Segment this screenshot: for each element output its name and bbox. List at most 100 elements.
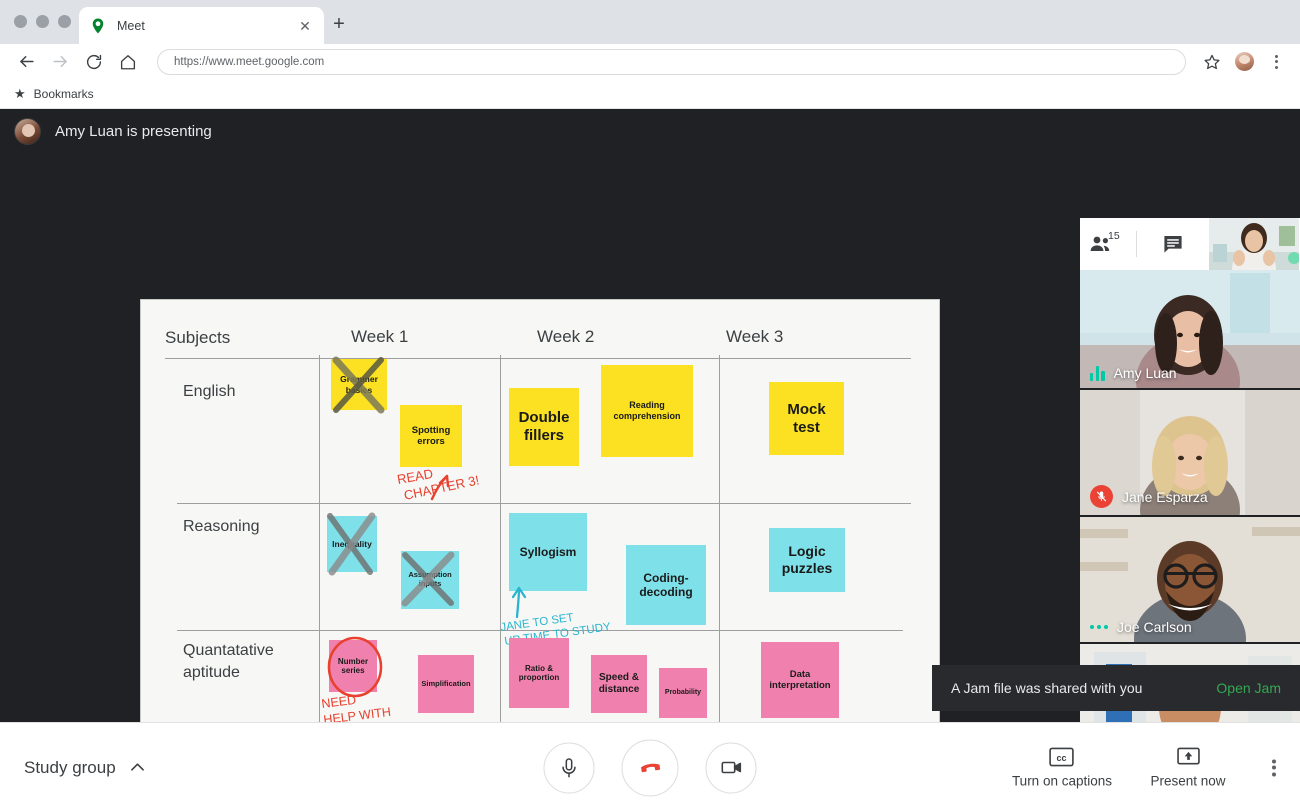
- grid-line-header: [165, 358, 911, 359]
- presenter-avatar: [14, 118, 41, 145]
- column-header-week2: Week 2: [537, 327, 594, 347]
- open-jam-button[interactable]: Open Jam: [1216, 680, 1281, 696]
- more-options-button[interactable]: [1264, 759, 1284, 776]
- row-label-reasoning: Reasoning: [183, 516, 260, 538]
- present-now-button[interactable]: Present now: [1142, 747, 1234, 788]
- new-tab-button[interactable]: +: [328, 14, 350, 36]
- bookmarks-bar: ★ Bookmarks: [0, 79, 1300, 109]
- browser-window: Meet ✕ + https://www.meet.google: [0, 0, 1300, 812]
- sticky-note[interactable]: Double fillers: [509, 388, 579, 466]
- present-screen-icon: [1177, 747, 1200, 766]
- self-view-thumbnail[interactable]: [1209, 218, 1299, 270]
- mic-toggle-button[interactable]: [544, 742, 595, 793]
- sticky-note[interactable]: Assumption inputs: [401, 551, 459, 609]
- sticky-note[interactable]: Simplification: [418, 655, 474, 713]
- kebab-menu-icon: [1272, 759, 1276, 776]
- rail-toolbar: 15: [1080, 218, 1300, 270]
- window-controls[interactable]: [14, 15, 71, 28]
- participants-count: 15: [1108, 230, 1120, 242]
- participant-tile[interactable]: Joe Carlson: [1080, 517, 1300, 642]
- closed-captions-icon: cc: [1049, 747, 1074, 766]
- chevron-up-icon[interactable]: [130, 760, 145, 775]
- window-minimize-dot[interactable]: [36, 15, 49, 28]
- sticky-note[interactable]: Syllogism: [509, 513, 587, 591]
- audio-level-icon: [1090, 366, 1105, 381]
- chat-icon: [1161, 232, 1185, 256]
- sticky-note[interactable]: Mock test: [769, 382, 844, 455]
- meeting-name: Study group: [24, 758, 116, 778]
- address-bar[interactable]: https://www.meet.google.com: [157, 49, 1186, 75]
- call-controls: [544, 739, 757, 796]
- jam-shared-toast: A Jam file was shared with you Open Jam: [932, 665, 1300, 711]
- sticky-note[interactable]: Number series: [329, 640, 377, 692]
- address-bar-url: https://www.meet.google.com: [174, 56, 324, 68]
- sticky-note[interactable]: Inequality: [327, 516, 377, 572]
- present-label: Present now: [1150, 773, 1225, 788]
- profile-avatar-icon[interactable]: [1230, 48, 1258, 76]
- sticky-note[interactable]: Logic puzzles: [769, 528, 845, 592]
- presenting-status-text: Amy Luan is presenting: [55, 123, 212, 140]
- forward-arrow-icon[interactable]: [43, 45, 77, 79]
- window-close-dot[interactable]: [14, 15, 27, 28]
- sticky-note[interactable]: Probability: [659, 668, 707, 718]
- bookmarks-label[interactable]: Bookmarks: [34, 87, 94, 101]
- end-call-icon: [636, 754, 664, 782]
- column-header-week1: Week 1: [351, 327, 408, 347]
- participant-name: Joe Carlson: [1117, 619, 1192, 635]
- mic-muted-icon: [1090, 485, 1113, 508]
- meet-stage: Amy Luan is presenting Subjects Week 1 W…: [0, 109, 1300, 722]
- sticky-note[interactable]: Ratio & proportion: [509, 638, 569, 708]
- sticky-note[interactable]: Grammer basics: [331, 359, 387, 410]
- participants-button[interactable]: 15: [1080, 218, 1136, 270]
- grid-line-col3: [719, 355, 720, 722]
- sticky-note[interactable]: Data interpretation: [761, 642, 839, 718]
- sticky-note[interactable]: Coding-decoding: [626, 545, 706, 625]
- svg-text:HELP WITH: HELP WITH: [323, 705, 392, 722]
- toolbar-right-actions: [1198, 48, 1300, 76]
- grid-line-col2: [500, 355, 501, 722]
- svg-text:CHAPTER 3!: CHAPTER 3!: [403, 472, 481, 503]
- shared-jamboard[interactable]: Subjects Week 1 Week 2 Week 3 English Re…: [140, 299, 940, 722]
- grid-line-col1: [319, 355, 320, 722]
- window-maximize-dot[interactable]: [58, 15, 71, 28]
- camera-toggle-button[interactable]: [706, 742, 757, 793]
- end-call-button[interactable]: [622, 739, 679, 796]
- close-icon[interactable]: ✕: [296, 17, 314, 35]
- participant-tile[interactable]: Amy Luan: [1080, 263, 1300, 388]
- participant-tile[interactable]: Jane Esparza: [1080, 390, 1300, 515]
- meeting-name-group[interactable]: Study group: [24, 758, 145, 778]
- participant-name: Jane Esparza: [1122, 489, 1208, 505]
- meet-bottom-bar: Study group: [0, 722, 1300, 812]
- svg-text:cc: cc: [1057, 752, 1067, 762]
- participant-rail: Amy Luan: [1080, 218, 1300, 722]
- chat-button[interactable]: [1137, 218, 1209, 270]
- participant-label: Jane Esparza: [1080, 485, 1208, 508]
- home-icon[interactable]: [111, 45, 145, 79]
- star-icon: ★: [14, 87, 26, 100]
- column-header-subjects: Subjects: [165, 328, 230, 348]
- reload-icon[interactable]: [77, 45, 111, 79]
- self-view-video: [1209, 218, 1299, 270]
- row-label-quant: Quantatative aptitude: [183, 640, 274, 683]
- sticky-note[interactable]: Reading comprehension: [601, 365, 693, 457]
- row-label-english: English: [183, 381, 235, 403]
- browser-tab-strip: Meet ✕ +: [0, 0, 1300, 44]
- browser-tab-meet[interactable]: Meet ✕: [79, 7, 324, 44]
- meet-favicon: [89, 17, 107, 35]
- column-header-week3: Week 3: [726, 327, 783, 347]
- captions-button[interactable]: cc Turn on captions: [1012, 747, 1112, 788]
- grid-line-row1: [177, 503, 911, 504]
- sticky-note[interactable]: Speed & distance: [591, 655, 647, 713]
- sticky-note[interactable]: Spotting errors: [400, 405, 462, 467]
- svg-text:READ: READ: [396, 466, 434, 487]
- grid-line-row2: [177, 630, 903, 631]
- toast-message: A Jam file was shared with you: [951, 680, 1142, 696]
- participant-name: Amy Luan: [1114, 365, 1177, 381]
- star-icon[interactable]: [1198, 48, 1226, 76]
- svg-text:NEED: NEED: [321, 693, 357, 711]
- browser-toolbar: https://www.meet.google.com: [0, 44, 1300, 79]
- tab-title: Meet: [117, 19, 296, 33]
- kebab-menu-icon[interactable]: [1262, 48, 1290, 76]
- presenting-banner: Amy Luan is presenting: [14, 118, 212, 145]
- back-arrow-icon[interactable]: [9, 45, 43, 79]
